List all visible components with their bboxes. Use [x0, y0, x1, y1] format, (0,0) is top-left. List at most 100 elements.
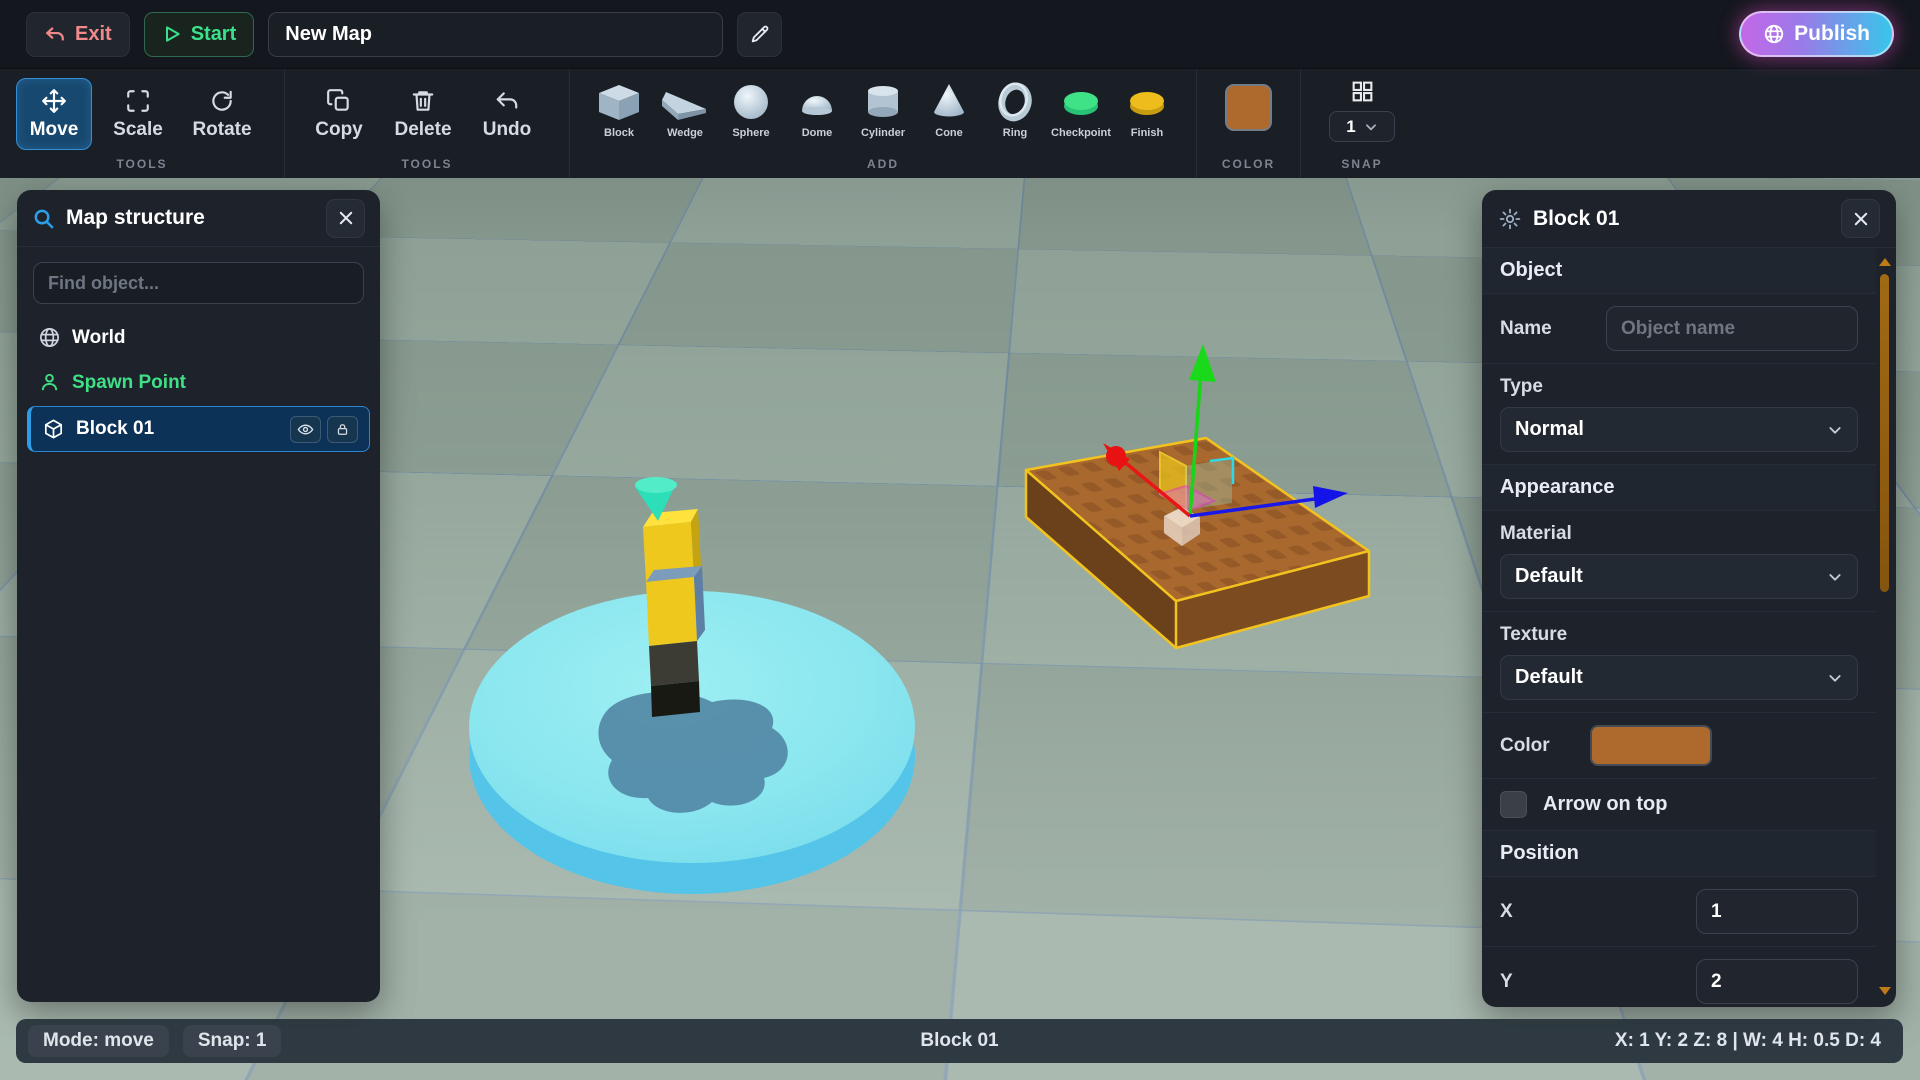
map-name-input[interactable] — [268, 12, 723, 57]
visibility-toggle-button[interactable] — [290, 416, 321, 443]
tree-item-block-01[interactable]: Block 01 — [27, 406, 370, 452]
name-field-row: Name — [1482, 294, 1876, 364]
object-tree: World Spawn Point Block 01 — [17, 314, 380, 456]
position-y-input[interactable] — [1696, 959, 1858, 1004]
rotate-tool-button[interactable]: Rotate — [184, 78, 260, 150]
color-picker-swatch[interactable] — [1225, 84, 1272, 131]
type-dropdown[interactable]: Normal — [1500, 407, 1858, 452]
snap-grid-icon — [1350, 79, 1375, 104]
add-wedge-button[interactable]: Wedge — [652, 80, 718, 139]
material-label: Material — [1500, 523, 1858, 545]
finish-shape-icon — [1121, 80, 1173, 124]
appearance-section-header: Appearance — [1482, 465, 1876, 511]
tools2-group-label: TOOLS — [285, 157, 569, 171]
inspector-close-button[interactable] — [1841, 199, 1880, 238]
top-bar: Exit Start Publish — [0, 0, 1920, 68]
wedge-shape-label: Wedge — [667, 127, 703, 139]
scroll-down-arrow-icon[interactable] — [1879, 987, 1891, 995]
position-section-header: Position — [1482, 831, 1876, 877]
globe-icon — [38, 326, 61, 349]
type-value: Normal — [1515, 418, 1584, 441]
arrow-on-top-label: Arrow on top — [1543, 793, 1667, 816]
object-section-header: Object — [1482, 248, 1876, 294]
dome-shape-icon — [791, 80, 843, 124]
snap-value: 1 — [1346, 117, 1355, 137]
object-name-input[interactable] — [1606, 306, 1858, 351]
inspector-body: Object Name Type Normal Appearance Mater… — [1482, 248, 1896, 1007]
find-object-input[interactable] — [33, 262, 364, 304]
position-x-input[interactable] — [1696, 889, 1858, 934]
lock-toggle-button[interactable] — [327, 416, 358, 443]
texture-field-row: Texture Default — [1482, 612, 1876, 713]
toolbar-group-tools2: Copy Delete Undo TOOLS — [284, 69, 569, 178]
toolbar-group-color: COLOR — [1196, 69, 1300, 178]
publish-label: Publish — [1794, 22, 1870, 46]
person-icon — [38, 371, 61, 394]
exit-button[interactable]: Exit — [26, 12, 130, 57]
toolbar-group-add: Block Wedge Sphere Dome Cylinder Cone — [569, 69, 1196, 178]
material-dropdown[interactable]: Default — [1500, 554, 1858, 599]
toolbar-group-snap: 1 SNAP — [1300, 69, 1423, 178]
scale-label: Scale — [113, 119, 163, 141]
ring-shape-icon — [989, 80, 1041, 124]
undo-icon — [494, 88, 520, 114]
position-x-label: X — [1500, 901, 1513, 923]
add-checkpoint-button[interactable]: Checkpoint — [1048, 80, 1114, 139]
chevron-down-icon — [1364, 120, 1378, 134]
find-object-search — [33, 262, 364, 304]
add-cylinder-button[interactable]: Cylinder — [850, 80, 916, 139]
sphere-shape-label: Sphere — [732, 127, 769, 139]
search-icon — [32, 207, 55, 230]
name-label: Name — [1500, 318, 1552, 340]
inspector-scrollbar[interactable] — [1879, 256, 1891, 997]
texture-label: Texture — [1500, 624, 1858, 646]
move-tool-button[interactable]: Move — [16, 78, 92, 150]
map-structure-close-button[interactable] — [326, 199, 365, 238]
inspector-header: Block 01 — [1482, 190, 1896, 248]
color-group-label: COLOR — [1197, 157, 1300, 171]
tree-item-label: Block 01 — [76, 418, 154, 440]
publish-button[interactable]: Publish — [1739, 11, 1894, 57]
block-shape-label: Block — [604, 127, 634, 139]
position-y-label: Y — [1500, 971, 1513, 993]
add-ring-button[interactable]: Ring — [982, 80, 1048, 139]
tree-item-spawn-point[interactable]: Spawn Point — [27, 361, 370, 404]
cylinder-shape-label: Cylinder — [861, 127, 905, 139]
start-button[interactable]: Start — [144, 12, 255, 57]
type-label: Type — [1500, 376, 1858, 398]
snap-badge: Snap: 1 — [183, 1025, 282, 1057]
add-sphere-button[interactable]: Sphere — [718, 80, 784, 139]
arrow-on-top-checkbox[interactable] — [1500, 791, 1527, 818]
add-cone-button[interactable]: Cone — [916, 80, 982, 139]
scroll-up-arrow-icon[interactable] — [1879, 258, 1891, 266]
add-block-button[interactable]: Block — [586, 80, 652, 139]
block-shape-icon — [593, 80, 645, 124]
mode-badge: Mode: move — [28, 1025, 169, 1057]
texture-dropdown[interactable]: Default — [1500, 655, 1858, 700]
copy-icon — [326, 88, 352, 114]
cone-shape-icon — [923, 80, 975, 124]
copy-label: Copy — [315, 119, 363, 141]
inspector-title: Block 01 — [1533, 207, 1830, 231]
dome-shape-label: Dome — [802, 127, 833, 139]
delete-label: Delete — [394, 119, 451, 141]
scrollbar-thumb[interactable] — [1880, 274, 1889, 592]
scale-tool-button[interactable]: Scale — [100, 78, 176, 150]
edit-map-name-button[interactable] — [737, 12, 782, 57]
snap-value-dropdown[interactable]: 1 — [1329, 111, 1395, 142]
add-dome-button[interactable]: Dome — [784, 80, 850, 139]
status-bar: Mode: move Snap: 1 Block 01 X: 1 Y: 2 Z:… — [16, 1019, 1903, 1063]
tree-item-world[interactable]: World — [27, 316, 370, 359]
undo-button[interactable]: Undo — [469, 78, 545, 150]
object-color-swatch[interactable] — [1590, 725, 1712, 766]
cylinder-shape-icon — [857, 80, 909, 124]
copy-button[interactable]: Copy — [301, 78, 377, 150]
move-icon — [41, 88, 67, 114]
cube-icon — [42, 418, 65, 441]
pencil-icon — [749, 23, 771, 45]
arrow-on-top-row: Arrow on top — [1482, 779, 1876, 831]
delete-button[interactable]: Delete — [385, 78, 461, 150]
close-icon — [1852, 210, 1870, 228]
texture-value: Default — [1515, 666, 1583, 689]
add-finish-button[interactable]: Finish — [1114, 80, 1180, 139]
